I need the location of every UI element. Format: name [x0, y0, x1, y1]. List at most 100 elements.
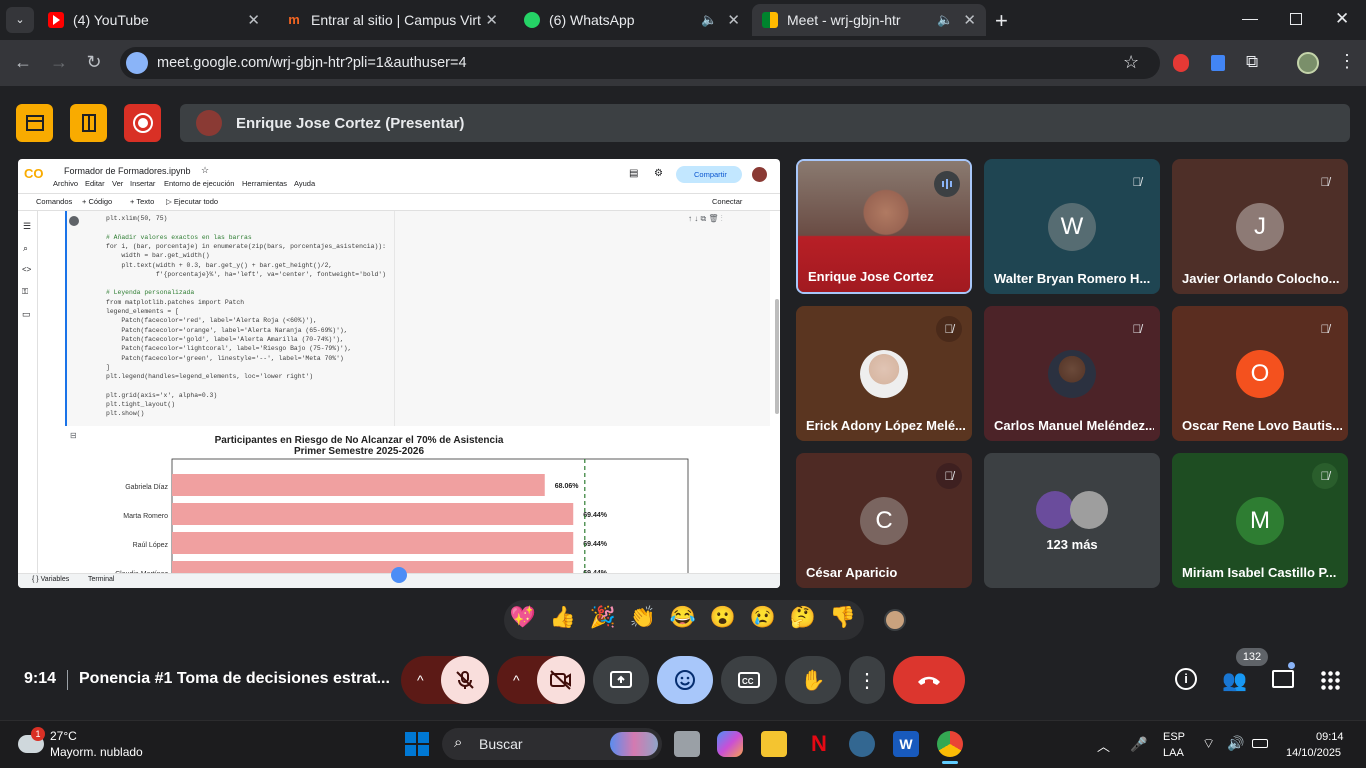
camera-toggle-button[interactable] — [537, 656, 585, 704]
clock-time[interactable]: 09:14 — [1316, 731, 1344, 743]
reaction-clap[interactable]: 👏 — [628, 606, 658, 630]
chrome-icon[interactable] — [937, 731, 963, 757]
extensions-puzzle-icon[interactable]: ⧉ — [1246, 52, 1258, 72]
taskbar-search-box[interactable]: ⌕ Buscar — [442, 728, 662, 760]
present-screen-button[interactable] — [593, 656, 649, 704]
tab-meet[interactable]: Meet - wrj-gbjn-htr 🔈 ✕ — [752, 4, 986, 36]
extension-blue-icon[interactable] — [1211, 55, 1225, 71]
reaction-sad[interactable]: 😢 — [748, 606, 778, 630]
add-code-button[interactable]: + Código — [82, 197, 112, 206]
terminal-button[interactable]: Terminal — [88, 576, 114, 583]
lang-variant[interactable]: LAA — [1163, 747, 1184, 759]
run-all-button[interactable]: ▷ Ejecutar todo — [166, 197, 218, 206]
tab-campus-virtual[interactable]: m Entrar al sitio | Campus Virtual ✕ — [276, 4, 508, 36]
settings-icon[interactable]: ⚙ — [654, 168, 663, 179]
address-bar[interactable]: meet.google.com/wrj-gbjn-htr?pli=1&authu… — [120, 47, 1160, 79]
close-tab-icon[interactable]: ✕ — [247, 11, 260, 29]
skin-tone-picker[interactable] — [884, 609, 906, 631]
menu-item[interactable]: Ver — [112, 179, 123, 188]
profile-avatar[interactable] — [1297, 52, 1319, 74]
postgres-icon[interactable] — [849, 731, 875, 757]
connect-button[interactable]: Conectar — [712, 197, 742, 206]
reaction-thumbs-down[interactable]: 👎 — [828, 606, 858, 630]
menu-item[interactable]: Insertar — [130, 179, 155, 188]
forward-button[interactable]: → — [44, 52, 74, 73]
leave-call-button[interactable] — [893, 656, 965, 704]
participant-tile[interactable]: 🎙̸ W Walter Bryan Romero H... — [984, 159, 1160, 294]
reaction-heart[interactable]: 💖 — [508, 606, 538, 630]
new-tab-button[interactable]: + — [995, 8, 1008, 34]
task-view-icon[interactable] — [674, 731, 700, 757]
share-button[interactable]: Compartir — [676, 166, 742, 183]
commands-button[interactable]: Comandos — [36, 197, 72, 206]
meeting-info-icon[interactable]: i — [1175, 668, 1197, 690]
reaction-thinking[interactable]: 🤔 — [788, 606, 818, 630]
effects-button[interactable] — [16, 104, 53, 142]
clock-date[interactable]: 14/10/2025 — [1286, 747, 1341, 759]
wifi-icon[interactable]: ⌔ — [1202, 735, 1215, 753]
microphone-tray-icon[interactable]: 🎤 — [1130, 736, 1147, 753]
participant-tile[interactable]: 🎙̸ M Miriam Isabel Castillo P... — [1172, 453, 1348, 588]
maximize-button[interactable] — [1290, 13, 1302, 25]
participant-tile[interactable]: 🎙̸ Erick Adony López Melé... — [796, 306, 972, 441]
recording-button[interactable] — [124, 104, 161, 142]
close-tab-icon[interactable]: ✕ — [963, 11, 976, 29]
back-button[interactable]: ← — [8, 52, 38, 73]
tab-search-button[interactable]: ⌄ — [6, 7, 34, 33]
reaction-laugh[interactable]: 😂 — [668, 606, 698, 630]
participant-tile[interactable]: Enrique Jose Cortez — [796, 159, 972, 294]
captions-button[interactable]: CC — [721, 656, 777, 704]
speaker-icon[interactable]: 🔈 — [701, 12, 717, 28]
colab-avatar[interactable] — [752, 167, 767, 182]
bookmark-star-icon[interactable]: ☆ — [1123, 52, 1139, 73]
toc-icon[interactable]: ☰ — [23, 221, 31, 232]
close-window-button[interactable]: ✕ — [1335, 9, 1349, 29]
add-text-button[interactable]: + Texto — [130, 197, 154, 206]
participant-tile[interactable]: 🎙̸ C César Aparicio — [796, 453, 972, 588]
hidden-icons-chevron[interactable]: ︿ — [1097, 736, 1110, 755]
tab-youtube[interactable]: (4) YouTube ✕ — [38, 4, 270, 36]
files-folder-icon[interactable]: ▭ — [22, 309, 31, 320]
more-participants-tile[interactable]: 123 más — [984, 453, 1160, 588]
code-snippets-icon[interactable]: <> — [22, 265, 31, 274]
netflix-icon[interactable]: N — [806, 731, 832, 757]
search-icon[interactable]: ⌕ — [23, 243, 28, 254]
run-cell-icon[interactable] — [69, 216, 79, 226]
reaction-party[interactable]: 🎉 — [588, 606, 618, 630]
activities-grid-icon[interactable] — [1320, 670, 1340, 690]
close-tab-icon[interactable]: ✕ — [485, 11, 498, 29]
participant-tile[interactable]: 🎙̸ J Javier Orlando Colocho... — [1172, 159, 1348, 294]
browser-menu-icon[interactable]: ⋮ — [1338, 51, 1356, 72]
start-windows-icon[interactable] — [405, 732, 429, 756]
chat-icon[interactable] — [1272, 670, 1294, 688]
menu-item[interactable]: Editar — [85, 179, 105, 188]
comments-icon[interactable]: ▤ — [629, 168, 638, 179]
file-explorer-icon[interactable] — [761, 731, 787, 757]
cell-toolbar-icons[interactable]: ↑ ↓ ⧉ 🗑 ⋮ — [688, 214, 723, 224]
star-icon[interactable]: ☆ — [201, 165, 209, 176]
lang-code[interactable]: ESP — [1163, 731, 1185, 743]
variables-button[interactable]: { } Variables — [32, 576, 69, 583]
scrollbar[interactable] — [775, 299, 779, 414]
battery-icon[interactable] — [1252, 739, 1268, 748]
notebook-title[interactable]: Formador de Formadores.ipynb — [64, 166, 191, 176]
layout-button[interactable] — [70, 104, 107, 142]
tab-whatsapp[interactable]: (6) WhatsApp 🔈 ✕ — [514, 4, 750, 36]
reaction-surprised[interactable]: 😮 — [708, 606, 738, 630]
gemini-button[interactable] — [391, 567, 407, 583]
minimize-button[interactable] — [1242, 19, 1258, 20]
menu-item[interactable]: Herramientas — [242, 179, 287, 188]
more-options-button[interactable]: ⋮ — [849, 656, 885, 704]
close-tab-icon[interactable]: ✕ — [727, 11, 740, 29]
reaction-thumbs-up[interactable]: 👍 — [548, 606, 578, 630]
speaker-icon[interactable]: 🔈 — [937, 12, 953, 28]
volume-icon[interactable]: 🔊 — [1227, 735, 1244, 752]
reload-button[interactable]: ↻ — [79, 52, 109, 73]
participant-tile[interactable]: 🎙̸ O Oscar Rene Lovo Bautis... — [1172, 306, 1348, 441]
menu-item[interactable]: Archivo — [53, 179, 78, 188]
extension-red-icon[interactable] — [1173, 54, 1189, 72]
people-icon[interactable]: 👥 — [1222, 668, 1247, 693]
copilot-icon[interactable] — [717, 731, 743, 757]
secrets-key-icon[interactable]: ⚿ — [22, 287, 28, 297]
mic-site-icon[interactable] — [126, 52, 148, 74]
